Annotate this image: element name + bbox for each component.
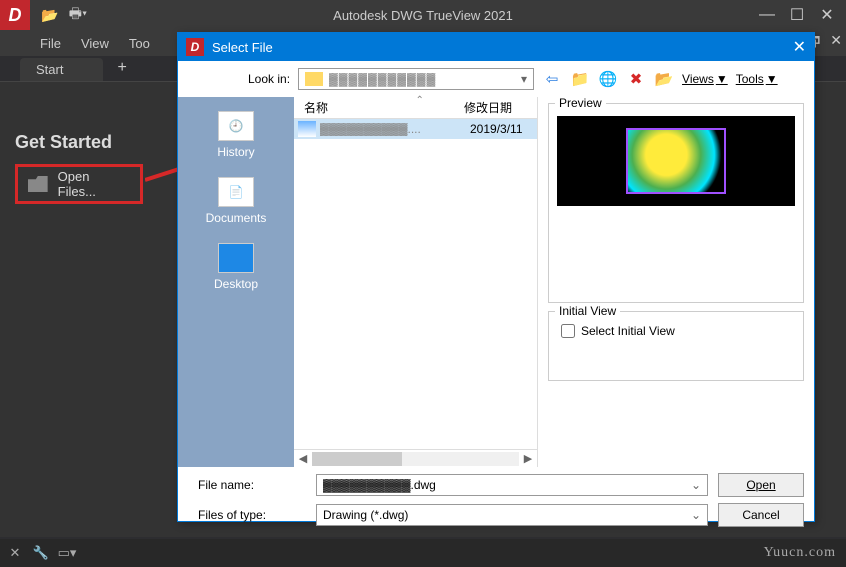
open-icon[interactable]: 📂 xyxy=(40,5,60,25)
scroll-thumb[interactable] xyxy=(312,452,402,466)
dialog-title: Select File xyxy=(212,40,793,55)
select-initial-view-text: Select Initial View xyxy=(581,324,675,338)
documents-icon: 📄 xyxy=(218,177,254,207)
web-icon[interactable]: 🌐 xyxy=(598,69,618,89)
menu-file[interactable]: File xyxy=(40,36,61,51)
dialog-toolbar: Look in: ▓▓▓▓▓▓▓▓▓▓▓ ▾ ⇦ 📁 🌐 ✖ 📂 Views ▼… xyxy=(178,61,814,97)
column-date[interactable]: 修改日期 xyxy=(464,97,537,118)
chevron-down-icon: ⌄ xyxy=(691,478,701,492)
select-initial-view-checkbox[interactable] xyxy=(561,324,575,338)
file-list-area: ⌃ 名称 修改日期 ▓▓▓▓▓▓▓▓▓▓.... 2019/3/11 ◀ ▶ xyxy=(294,97,538,467)
sidebar-label: Desktop xyxy=(214,277,258,291)
get-started-heading: Get Started xyxy=(15,132,112,153)
open-button[interactable]: Open xyxy=(718,473,804,497)
initial-view-group: Initial View Select Initial View xyxy=(548,311,804,381)
minimize-icon[interactable]: — xyxy=(758,6,776,24)
preview-label: Preview xyxy=(555,96,606,110)
filetype-value: Drawing (*.dwg) xyxy=(323,508,691,522)
chevron-down-icon: ⌄ xyxy=(691,508,701,522)
folder-icon xyxy=(305,72,323,86)
titlebar: D 📂 🖶▾ Autodesk DWG TrueView 2021 — ☐ ✕ xyxy=(0,0,846,30)
chevron-down-icon: ▼ xyxy=(716,72,728,86)
print-icon[interactable]: 🖶▾ xyxy=(68,5,88,25)
horizontal-scrollbar[interactable]: ◀ ▶ xyxy=(294,449,537,467)
lookin-combo[interactable]: ▓▓▓▓▓▓▓▓▓▓▓ ▾ xyxy=(298,68,534,90)
filetype-label: Files of type: xyxy=(188,508,306,522)
dialog-bottom: File name: ▓▓▓▓▓▓▓▓▓▓.dwg ⌄ Open Files o… xyxy=(178,467,814,533)
cancel-button[interactable]: Cancel xyxy=(718,503,804,527)
sidebar-documents[interactable]: 📄 Documents xyxy=(206,177,267,225)
dialog-app-icon: D xyxy=(186,38,204,56)
lookin-label: Look in: xyxy=(248,72,290,86)
scroll-track[interactable] xyxy=(312,452,519,466)
file-name: ▓▓▓▓▓▓▓▓▓▓.... xyxy=(320,122,470,136)
preview-group: Preview xyxy=(548,103,804,303)
statusbar-command-icon[interactable]: ▭▾ xyxy=(58,544,76,562)
statusbar: ✕ 🔧 ▭▾ xyxy=(0,539,846,567)
dialog-body: 🕘 History 📄 Documents Desktop ⌃ 名称 修改日期 xyxy=(178,97,814,467)
filename-label: File name: xyxy=(188,478,306,492)
file-list-header[interactable]: ⌃ 名称 修改日期 xyxy=(294,97,537,119)
initial-view-label: Initial View xyxy=(555,304,620,318)
sidebar-label: History xyxy=(217,145,254,159)
dialog-titlebar[interactable]: D Select File ✕ xyxy=(178,33,814,61)
newfolder-icon[interactable]: 📂 xyxy=(654,69,674,89)
maximize-icon[interactable]: ☐ xyxy=(788,6,806,24)
filename-combo[interactable]: ▓▓▓▓▓▓▓▓▓▓.dwg ⌄ xyxy=(316,474,708,496)
filetype-combo[interactable]: Drawing (*.dwg) ⌄ xyxy=(316,504,708,526)
file-list[interactable]: ▓▓▓▓▓▓▓▓▓▓.... 2019/3/11 xyxy=(294,119,537,449)
delete-icon[interactable]: ✖ xyxy=(626,69,646,89)
dwg-file-icon xyxy=(298,121,316,137)
sort-indicator-icon: ⌃ xyxy=(416,95,424,106)
open-files-label: Open Files... xyxy=(58,169,130,199)
select-initial-view-row[interactable]: Select Initial View xyxy=(557,320,795,342)
menu-view[interactable]: View xyxy=(81,36,109,51)
preview-image xyxy=(557,116,795,206)
menu-tools[interactable]: Too xyxy=(129,36,150,51)
views-menu[interactable]: Views ▼ xyxy=(682,72,728,86)
select-file-dialog: D Select File ✕ Look in: ▓▓▓▓▓▓▓▓▓▓▓ ▾ ⇦… xyxy=(177,32,815,522)
statusbar-wrench-icon[interactable]: 🔧 xyxy=(32,544,50,562)
filename-value: ▓▓▓▓▓▓▓▓▓▓.dwg xyxy=(323,478,691,492)
close-icon[interactable]: ✕ xyxy=(818,6,836,24)
open-files-button[interactable]: Open Files... xyxy=(15,164,143,204)
tab-start[interactable]: Start xyxy=(20,58,103,81)
window-controls: — ☐ ✕ xyxy=(748,6,846,24)
desktop-icon xyxy=(218,243,254,273)
scroll-left-icon[interactable]: ◀ xyxy=(294,452,312,465)
sidebar-history[interactable]: 🕘 History xyxy=(217,111,254,159)
preview-thumbnail xyxy=(626,128,726,194)
tab-add[interactable]: + xyxy=(107,55,136,81)
column-name[interactable]: 名称 xyxy=(294,97,464,118)
lookin-value: ▓▓▓▓▓▓▓▓▓▓▓ xyxy=(329,72,515,86)
doc-close-icon[interactable]: ✕ xyxy=(830,32,842,56)
sidebar-desktop[interactable]: Desktop xyxy=(214,243,258,291)
back-icon[interactable]: ⇦ xyxy=(542,69,562,89)
folder-icon xyxy=(28,176,48,192)
app-icon[interactable]: D xyxy=(0,0,30,30)
chevron-down-icon: ▾ xyxy=(515,72,533,86)
file-date: 2019/3/11 xyxy=(470,122,537,136)
statusbar-cancel-icon[interactable]: ✕ xyxy=(6,544,24,562)
places-sidebar: 🕘 History 📄 Documents Desktop xyxy=(178,97,294,467)
quick-access-toolbar: 📂 🖶▾ xyxy=(30,5,98,25)
window-title: Autodesk DWG TrueView 2021 xyxy=(98,8,748,23)
scroll-right-icon[interactable]: ▶ xyxy=(519,452,537,465)
sidebar-label: Documents xyxy=(206,211,267,225)
right-pane: Preview Initial View Select Initial View xyxy=(538,97,814,467)
dialog-close-icon[interactable]: ✕ xyxy=(793,37,806,57)
history-icon: 🕘 xyxy=(218,111,254,141)
tools-menu[interactable]: Tools ▼ xyxy=(736,72,778,86)
chevron-down-icon: ▼ xyxy=(766,72,778,86)
file-row[interactable]: ▓▓▓▓▓▓▓▓▓▓.... 2019/3/11 xyxy=(294,119,537,139)
up-icon[interactable]: 📁 xyxy=(570,69,590,89)
